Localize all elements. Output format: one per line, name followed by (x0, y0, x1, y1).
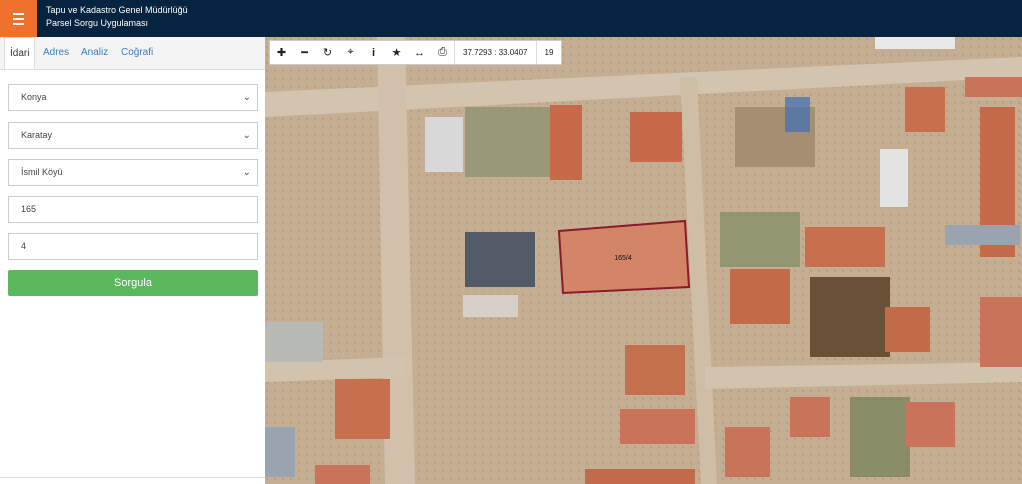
building (335, 379, 390, 439)
refresh-icon[interactable]: ↻ (316, 41, 339, 64)
measure-icon[interactable]: ↔ (408, 41, 431, 64)
parcel-input[interactable]: 4 (8, 233, 258, 260)
building (463, 295, 518, 317)
province-value: Konya (21, 92, 47, 102)
province-select[interactable]: Konya ⌄ (8, 84, 258, 111)
app-title-line1: Tapu ve Kadastro Genel Müdürlüğü (46, 5, 188, 15)
building (465, 232, 535, 287)
tab-bar: İdari Adres Analiz Coğrafi (0, 37, 265, 70)
building (550, 105, 582, 180)
building (425, 117, 463, 172)
building (980, 297, 1022, 367)
building (965, 77, 1022, 97)
district-select[interactable]: Karatay ⌄ (8, 122, 258, 149)
tab-idari[interactable]: İdari (4, 37, 36, 69)
info-icon[interactable]: i (362, 41, 385, 64)
building (585, 469, 695, 484)
building (790, 397, 830, 437)
chevron-down-icon: ⌄ (242, 130, 251, 141)
app-header: Tapu ve Kadastro Genel Müdürlüğü Parsel … (0, 0, 1022, 37)
building (265, 322, 323, 362)
building (725, 427, 770, 477)
map-view[interactable]: 165/4 ✚ ━ ↻ ⌖ i ★ ↔ ⎙ 37.7293 : 33.0407 … (265, 37, 1022, 484)
menu-button[interactable] (0, 0, 37, 37)
building (885, 307, 930, 352)
hamburger-icon (13, 12, 24, 15)
building (625, 345, 685, 395)
building (630, 112, 682, 162)
tab-analiz[interactable]: Analiz (81, 37, 108, 69)
building (875, 37, 955, 49)
tab-adres[interactable]: Adres (43, 37, 69, 69)
locate-icon[interactable]: ⌖ (339, 41, 362, 64)
sidebar-footer (0, 477, 265, 484)
parcel-value: 4 (21, 241, 27, 251)
building (620, 409, 695, 444)
building (945, 225, 1020, 245)
app-title: Tapu ve Kadastro Genel Müdürlüğü Parsel … (46, 4, 188, 30)
star-icon[interactable]: ★ (385, 41, 408, 64)
neighborhood-value: İsmil Köyü (21, 167, 63, 177)
tab-cografi[interactable]: Coğrafi (121, 37, 153, 69)
building (805, 227, 885, 267)
parcel-label: 165/4 (614, 255, 632, 262)
neighborhood-select[interactable]: İsmil Köyü ⌄ (8, 159, 258, 186)
vegetation (850, 397, 910, 477)
district-value: Karatay (21, 130, 53, 140)
chevron-down-icon: ⌄ (242, 167, 251, 178)
chevron-down-icon: ⌄ (242, 92, 251, 103)
zoom-in-icon[interactable]: ✚ (270, 41, 293, 64)
block-input[interactable]: 165 (8, 196, 258, 223)
map-toolbar: ✚ ━ ↻ ⌖ i ★ ↔ ⎙ 37.7293 : 33.0407 19 (269, 40, 563, 65)
zoom-level: 19 (535, 41, 562, 64)
satellite-imagery: 165/4 (265, 37, 1022, 484)
building (265, 427, 295, 477)
building (905, 87, 945, 132)
blue-cover (785, 97, 810, 132)
zoom-out-icon[interactable]: ━ (293, 41, 316, 64)
building (905, 402, 955, 447)
app-title-line2: Parsel Sorgu Uygulaması (46, 18, 149, 28)
vegetation (720, 212, 800, 267)
building (810, 277, 890, 357)
coordinate-readout: 37.7293 : 33.0407 (454, 41, 536, 64)
sidebar: İdari Adres Analiz Coğrafi Konya ⌄ Karat… (0, 37, 266, 484)
print-icon[interactable]: ⎙ (431, 41, 454, 64)
building (880, 149, 908, 207)
query-button[interactable]: Sorgula (8, 270, 258, 296)
vegetation (465, 107, 550, 177)
block-value: 165 (21, 204, 37, 214)
building (315, 465, 370, 484)
building (730, 269, 790, 324)
